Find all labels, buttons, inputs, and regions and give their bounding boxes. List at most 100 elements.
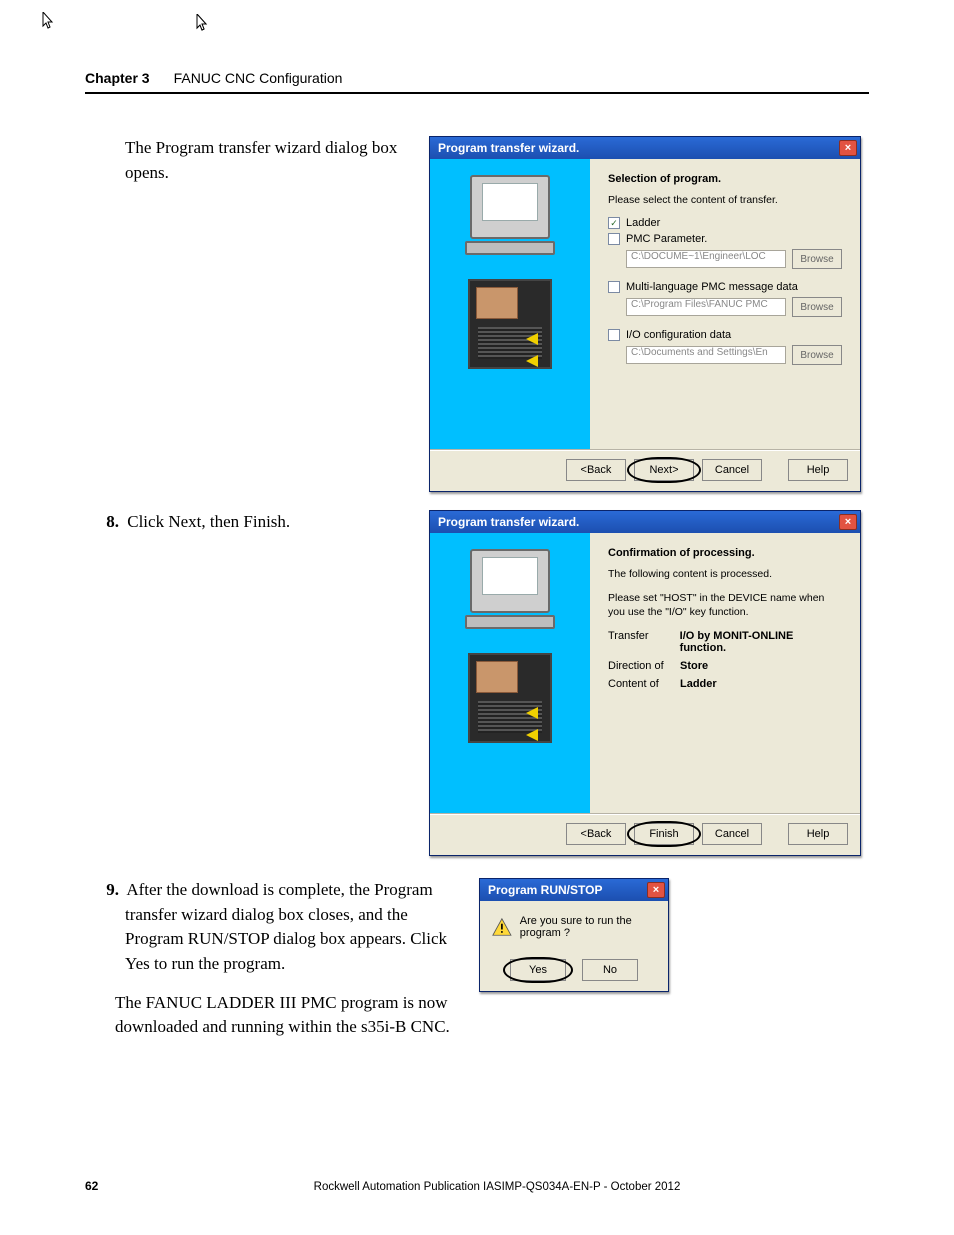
path-input[interactable]: C:\DOCUME~1\Engineer\LOC xyxy=(626,250,786,268)
browse-button[interactable]: Browse xyxy=(792,297,842,317)
section-heading: Selection of program. xyxy=(608,173,842,185)
cursor-icon xyxy=(42,12,56,30)
confirm-line2: Please set "HOST" in the DEVICE name whe… xyxy=(608,591,842,619)
help-button[interactable]: Help xyxy=(788,459,848,481)
checkbox-icon[interactable] xyxy=(608,233,620,245)
next-button[interactable]: Next> xyxy=(634,459,694,481)
program-run-stop-dialog: Program RUN/STOP × Are you sure to run t… xyxy=(479,878,669,992)
section-heading: Confirmation of processing. xyxy=(608,547,842,559)
wizard-content: Selection of program. Please select the … xyxy=(590,159,860,449)
program-transfer-wizard-dialog-2: Program transfer wizard. × Confirmation … xyxy=(429,510,861,856)
path-row-io: C:\Documents and Settings\En Browse xyxy=(626,345,842,365)
step-9-col: 9. After the download is complete, the P… xyxy=(85,878,455,1040)
checkbox-icon[interactable] xyxy=(608,281,620,293)
option-ladder[interactable]: ✓ Ladder xyxy=(608,217,842,229)
dialog-title: Program transfer wizard. xyxy=(438,141,579,155)
path-row-pmc: C:\DOCUME~1\Engineer\LOC Browse xyxy=(626,249,842,269)
dialog-body: Are you sure to run the program ? Yes No xyxy=(480,901,668,991)
back-button[interactable]: <Back xyxy=(566,459,626,481)
warning-icon xyxy=(492,916,512,938)
yes-button[interactable]: Yes xyxy=(510,959,566,981)
running-header: Chapter 3 FANUC CNC Configuration xyxy=(85,70,869,86)
cancel-button[interactable]: Cancel xyxy=(702,823,762,845)
kv-value: Ladder xyxy=(680,678,717,690)
step-text: After the download is complete, the Prog… xyxy=(125,880,447,973)
row-direction: Direction of Store xyxy=(608,660,842,672)
step-8: 8. Click Next, then Finish. xyxy=(85,510,405,535)
paragraph-final-text: The FANUC LADDER III PMC program is now … xyxy=(115,993,450,1037)
step-number: 9. xyxy=(99,878,119,903)
row-transfer: Transfer I/O by MONIT-ONLINE function. xyxy=(608,630,842,654)
page-number: 62 xyxy=(85,1179,125,1193)
option-label: I/O configuration data xyxy=(626,329,731,341)
back-button[interactable]: <Back xyxy=(566,823,626,845)
titlebar[interactable]: Program transfer wizard. × xyxy=(430,137,860,159)
step-number: 8. xyxy=(99,510,119,535)
wizard-content: Confirmation of processing. The followin… xyxy=(590,533,860,813)
figure-dialog1: Program transfer wizard. × Selection of … xyxy=(429,136,869,492)
path-input[interactable]: C:\Documents and Settings\En xyxy=(626,346,786,364)
path-row-multi: C:\Program Files\FANUC PMC Browse xyxy=(626,297,842,317)
chapter-title: FANUC CNC Configuration xyxy=(174,70,343,86)
dialog-buttons: Yes No xyxy=(510,959,638,981)
row-step-8: 8. Click Next, then Finish. Program tran… xyxy=(85,510,869,856)
row-step-9: 9. After the download is complete, the P… xyxy=(85,878,869,1040)
kv-key: Content of xyxy=(608,678,670,690)
step-9: 9. After the download is complete, the P… xyxy=(125,878,455,977)
header-rule xyxy=(85,92,869,94)
cursor-icon xyxy=(196,14,210,32)
option-label: Ladder xyxy=(626,217,660,229)
kv-key: Transfer xyxy=(608,630,670,654)
publication-date: October 2012 xyxy=(611,1181,681,1193)
dialog-title: Program RUN/STOP xyxy=(488,883,602,897)
option-label: PMC Parameter. xyxy=(626,233,707,245)
row-content: Content of Ladder xyxy=(608,678,842,690)
titlebar[interactable]: Program transfer wizard. × xyxy=(430,511,860,533)
cancel-button[interactable]: Cancel xyxy=(702,459,762,481)
browse-button[interactable]: Browse xyxy=(792,249,842,269)
program-transfer-wizard-dialog-1: Program transfer wizard. × Selection of … xyxy=(429,136,861,492)
figure-dialog3: Program RUN/STOP × Are you sure to run t… xyxy=(479,878,869,992)
finish-button[interactable]: Finish xyxy=(634,823,694,845)
close-icon[interactable]: × xyxy=(839,514,857,530)
option-label: Multi-language PMC message data xyxy=(626,281,798,293)
wizard-body: Confirmation of processing. The followin… xyxy=(430,533,860,813)
cursor-icon xyxy=(196,14,210,32)
wizard-body: Selection of program. Please select the … xyxy=(430,159,860,449)
wizard-art xyxy=(430,533,590,813)
titlebar[interactable]: Program RUN/STOP × xyxy=(480,879,668,901)
checkbox-icon[interactable] xyxy=(608,329,620,341)
checkbox-icon[interactable]: ✓ xyxy=(608,217,620,229)
kv-value: I/O by MONIT-ONLINE function. xyxy=(680,630,842,654)
dialog-title: Program transfer wizard. xyxy=(438,515,579,529)
page: Chapter 3 FANUC CNC Configuration The Pr… xyxy=(0,0,954,1040)
row-step-open: The Program transfer wizard dialog box o… xyxy=(85,136,869,492)
chapter-number: Chapter 3 xyxy=(85,70,150,86)
option-io-config[interactable]: I/O configuration data xyxy=(608,329,842,341)
publication-info: Rockwell Automation Publication IASIMP-Q… xyxy=(125,1181,869,1193)
paragraph-final: The FANUC LADDER III PMC program is now … xyxy=(115,991,455,1040)
page-footer: 62 Rockwell Automation Publication IASIM… xyxy=(85,1179,869,1193)
wizard-buttons: <Back Finish Cancel Help xyxy=(430,815,860,855)
message-row: Are you sure to run the program ? xyxy=(492,915,656,939)
step-text: Click Next, then Finish. xyxy=(127,512,290,531)
section-subtext: Please select the content of transfer. xyxy=(608,193,842,207)
paragraph-open: The Program transfer wizard dialog box o… xyxy=(85,136,405,185)
wizard-buttons: <Back Next> Cancel Help xyxy=(430,451,860,491)
option-multilang[interactable]: Multi-language PMC message data xyxy=(608,281,842,293)
close-icon[interactable]: × xyxy=(647,882,665,898)
option-pmc-parameter[interactable]: PMC Parameter. xyxy=(608,233,842,245)
path-input[interactable]: C:\Program Files\FANUC PMC xyxy=(626,298,786,316)
paragraph-open-text: The Program transfer wizard dialog box o… xyxy=(125,138,397,182)
no-button[interactable]: No xyxy=(582,959,638,981)
wizard-art xyxy=(430,159,590,449)
kv-key: Direction of xyxy=(608,660,670,672)
browse-button[interactable]: Browse xyxy=(792,345,842,365)
close-icon[interactable]: × xyxy=(839,140,857,156)
kv-value: Store xyxy=(680,660,708,672)
figure-dialog2: Program transfer wizard. × Confirmation … xyxy=(429,510,869,856)
help-button[interactable]: Help xyxy=(788,823,848,845)
confirm-line1: The following content is processed. xyxy=(608,567,842,581)
message-text: Are you sure to run the program ? xyxy=(520,915,656,939)
publication-id: Rockwell Automation Publication IASIMP-Q… xyxy=(314,1181,611,1193)
